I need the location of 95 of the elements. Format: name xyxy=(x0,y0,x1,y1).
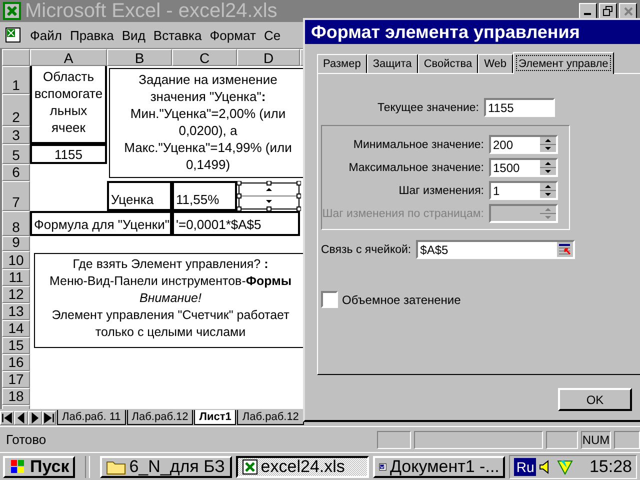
arrow-icon xyxy=(15,412,27,424)
menu-item[interactable]: Вставка xyxy=(153,28,202,42)
status-panel xyxy=(377,430,411,448)
sheet-tab[interactable]: Лаб.раб.12 xyxy=(126,410,194,425)
menu-item[interactable]: Се xyxy=(264,28,281,42)
tab[interactable]: Свойства xyxy=(418,54,478,73)
spreadsheet-icon xyxy=(242,459,258,475)
spinner-field[interactable]: 200 xyxy=(489,135,558,154)
table-cell: 1155 xyxy=(30,144,107,164)
column-header[interactable]: C xyxy=(172,49,237,66)
menu-item[interactable]: Формат xyxy=(210,28,256,42)
table-cell: 11,55% xyxy=(172,181,237,211)
tab-scroll-button[interactable] xyxy=(28,410,42,424)
menu-item[interactable]: Правка xyxy=(70,28,114,42)
row-header[interactable]: 11 xyxy=(2,269,30,286)
row-header[interactable]: 12 xyxy=(2,286,30,303)
tab[interactable]: Защита xyxy=(366,54,418,73)
dialog-title: Формат элемента управления xyxy=(305,20,640,44)
field-label: Текущее значение: xyxy=(376,102,479,114)
restore-icon xyxy=(603,6,613,16)
row-header[interactable]: 5 xyxy=(2,144,30,164)
tab-scroll-button[interactable] xyxy=(0,410,14,424)
tray-app-icon[interactable] xyxy=(556,459,574,475)
table-cell: Область вспомогательных ячеек xyxy=(30,66,107,144)
spin-arrows-icon[interactable] xyxy=(540,137,556,152)
sheet-tab[interactable]: Лист1 xyxy=(194,410,236,425)
tab[interactable]: Размер xyxy=(317,54,367,73)
sheet-tab[interactable]: Лаб.раб.12 xyxy=(237,410,304,425)
table-cell: Уценка xyxy=(107,181,172,211)
row-header[interactable]: 13 xyxy=(2,303,30,320)
tab-scroll-button[interactable] xyxy=(42,410,56,424)
column-header[interactable]: B xyxy=(107,49,172,66)
workbook-icon[interactable] xyxy=(4,26,22,44)
column-header[interactable]: D xyxy=(237,49,300,66)
checkbox[interactable] xyxy=(321,291,338,308)
status-panel xyxy=(614,430,640,448)
tab[interactable]: Элемент управле xyxy=(512,52,614,74)
sheet-tab[interactable]: Лаб.раб. 11 xyxy=(57,410,126,425)
taskbar-button[interactable]: Документ1 -... xyxy=(373,456,506,478)
start-button[interactable]: Пуск xyxy=(3,456,76,478)
row-header[interactable]: 16 xyxy=(2,354,30,371)
table-cell: '=0,0001*$A$5 xyxy=(172,211,300,236)
cell-reference-field[interactable]: $A$5 xyxy=(416,240,576,259)
status-panel: NUM xyxy=(581,430,611,448)
checkbox-label: Объемное затенение xyxy=(342,292,461,306)
spin-arrows-icon[interactable] xyxy=(540,160,556,175)
menu-item[interactable]: Файл xyxy=(30,28,62,42)
row-header[interactable]: 3 xyxy=(2,126,30,144)
close-icon xyxy=(624,6,632,16)
language-indicator[interactable]: Ru xyxy=(514,458,536,476)
tab[interactable]: Web xyxy=(478,54,513,73)
row-header[interactable]: 10 xyxy=(2,251,30,269)
row-header[interactable]: 1 xyxy=(2,66,30,94)
field-label: Шаг изменения по страницам: xyxy=(322,208,484,220)
spin-arrows-icon[interactable] xyxy=(540,183,556,198)
row-header[interactable]: 15 xyxy=(2,337,30,354)
row-header[interactable]: 18 xyxy=(2,388,30,405)
status-text: Готово xyxy=(6,432,46,447)
row-header[interactable]: 17 xyxy=(2,371,30,388)
tab-scroll-button[interactable] xyxy=(14,410,28,424)
ok-button[interactable]: OK xyxy=(558,388,632,411)
row-header[interactable]: 14 xyxy=(2,320,30,337)
field-label: Шаг изменения: xyxy=(398,184,484,196)
row-header[interactable]: 8 xyxy=(2,211,30,236)
status-panel xyxy=(546,430,578,448)
input-field[interactable]: 1155 xyxy=(484,98,555,117)
spreadsheet-icon xyxy=(3,2,21,20)
field-label: Связь с ячейкой: xyxy=(321,244,412,256)
menu-item[interactable]: Вид xyxy=(122,28,146,42)
row-header[interactable]: 6 xyxy=(2,164,30,181)
arrow-icon xyxy=(43,412,55,424)
row-header[interactable]: 9 xyxy=(2,236,30,251)
collapse-dialog-icon[interactable] xyxy=(557,242,574,257)
column-header[interactable]: A xyxy=(30,49,107,66)
taskbar-button[interactable]: excel24.xls xyxy=(236,456,370,478)
windows-logo-icon xyxy=(9,459,27,475)
clock: 15:28 xyxy=(589,457,632,477)
row-header[interactable]: 7 xyxy=(2,181,30,211)
arrow-icon xyxy=(29,412,41,424)
folder-icon xyxy=(106,459,126,475)
minimize-button[interactable] xyxy=(579,3,597,19)
field-label: Максимальное значение: xyxy=(348,162,484,174)
window-title: Microsoft Excel - excel24.xls xyxy=(25,0,278,22)
close-button[interactable] xyxy=(619,3,637,19)
row-header[interactable]: 2 xyxy=(2,94,30,126)
spinner-field[interactable] xyxy=(489,204,558,223)
field-label: Минимальное значение: xyxy=(352,138,484,150)
select-all-button[interactable] xyxy=(2,49,30,66)
table-cell: Формула для "Уценки" xyxy=(30,211,172,236)
spinner-field[interactable]: 1 xyxy=(489,181,558,200)
taskbar-button[interactable]: 6_N_для БЗ xyxy=(100,456,232,478)
restore-button[interactable] xyxy=(599,3,617,19)
arrow-icon xyxy=(1,412,13,424)
spinner-field[interactable]: 1500 xyxy=(489,158,558,177)
spinner-control[interactable] xyxy=(237,181,301,211)
